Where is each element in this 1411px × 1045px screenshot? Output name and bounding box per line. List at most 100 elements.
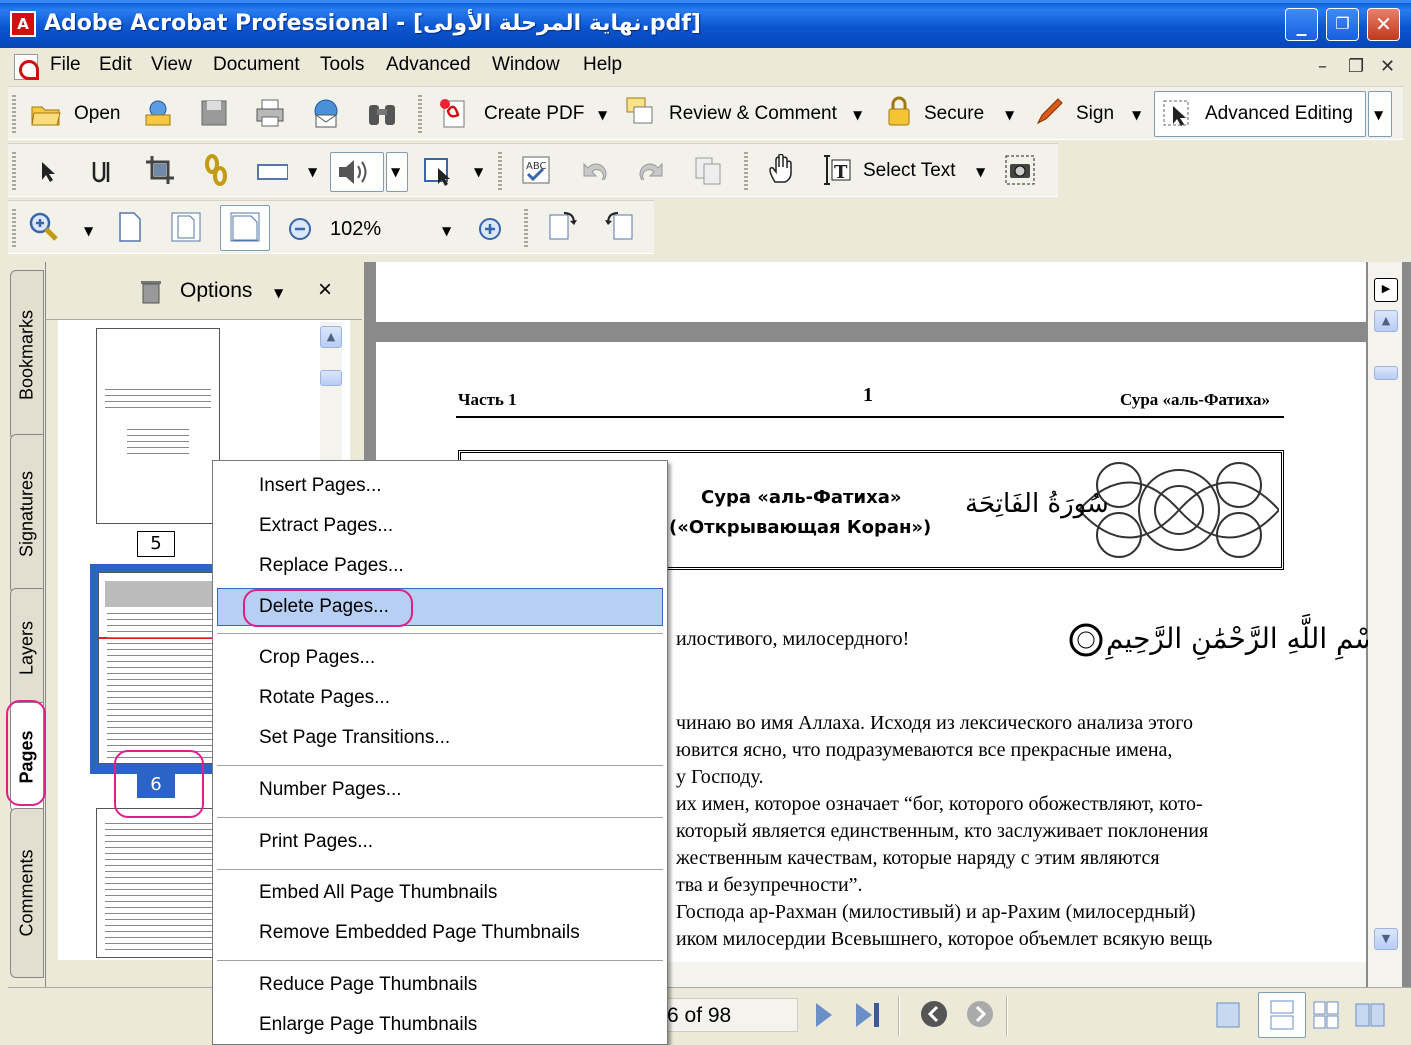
- options-button[interactable]: Options: [180, 279, 252, 303]
- menu-help[interactable]: Help: [583, 54, 622, 76]
- pdf-document-icon[interactable]: [14, 54, 39, 80]
- doc-minimize-icon[interactable]: –: [1318, 56, 1327, 77]
- doc-close-icon[interactable]: ✕: [1380, 56, 1395, 77]
- fit-page-icon[interactable]: [170, 211, 202, 243]
- minimize-button[interactable]: _: [1285, 8, 1318, 41]
- hand-tool-icon[interactable]: [766, 154, 798, 186]
- menu-crop-pages[interactable]: Crop Pages...: [259, 647, 375, 669]
- menu-number-pages[interactable]: Number Pages...: [259, 779, 402, 801]
- crop-icon[interactable]: [144, 154, 176, 186]
- close-button[interactable]: ✕: [1367, 8, 1400, 41]
- split-arrow-icon[interactable]: ▶: [1374, 278, 1398, 302]
- single-page-layout-icon[interactable]: [1214, 1000, 1242, 1030]
- page-number-field[interactable]: 6 of 98: [660, 998, 798, 1032]
- open-button[interactable]: Open: [74, 103, 120, 125]
- menu-extract-pages[interactable]: Extract Pages...: [259, 515, 393, 537]
- secure-dropdown-icon[interactable]: ▼: [1005, 108, 1014, 122]
- undo-icon[interactable]: [578, 156, 610, 188]
- create-pdf-dropdown-icon[interactable]: ▼: [598, 108, 607, 122]
- secure-lock-icon[interactable]: [883, 95, 915, 127]
- menu-embed-thumbnails[interactable]: Embed All Page Thumbnails: [259, 882, 497, 904]
- thumb-scroll-up[interactable]: ▲: [320, 326, 342, 348]
- menu-enlarge-thumbnails[interactable]: Enlarge Page Thumbnails: [259, 1014, 477, 1036]
- review-dropdown-icon[interactable]: ▼: [853, 108, 862, 122]
- doc-scroll-down[interactable]: ▼: [1374, 928, 1398, 950]
- sign-dropdown-icon[interactable]: ▼: [1132, 108, 1141, 122]
- next-page-icon[interactable]: [812, 1000, 836, 1030]
- document-scrollbar[interactable]: ▶ ▲ ▼: [1368, 262, 1402, 987]
- menu-rotate-pages[interactable]: Rotate Pages...: [259, 687, 390, 709]
- previous-view-icon[interactable]: [918, 998, 950, 1030]
- menu-view[interactable]: View: [151, 54, 192, 76]
- doc-scroll-up[interactable]: ▲: [1374, 310, 1398, 332]
- options-dropdown-icon[interactable]: ▼: [274, 286, 283, 300]
- redo-icon[interactable]: [636, 156, 668, 188]
- spell-check-icon[interactable]: ABC: [520, 154, 552, 186]
- doc-restore-icon[interactable]: ❐: [1348, 56, 1364, 77]
- menu-advanced[interactable]: Advanced: [386, 54, 471, 76]
- rectangle-dropdown-icon[interactable]: ▼: [308, 165, 317, 179]
- rotate-counterclockwise-icon[interactable]: [604, 209, 636, 241]
- sound-dropdown-icon[interactable]: ▼: [391, 165, 400, 179]
- select-arrow-icon[interactable]: [30, 156, 62, 188]
- zoom-in-icon[interactable]: [474, 213, 506, 245]
- select-text-dropdown-icon[interactable]: ▼: [976, 165, 985, 179]
- create-pdf-icon[interactable]: [438, 97, 470, 129]
- menu-document[interactable]: Document: [213, 54, 300, 76]
- link-icon[interactable]: [200, 154, 232, 186]
- email-icon[interactable]: [310, 97, 342, 129]
- menu-window[interactable]: Window: [492, 54, 560, 76]
- page-thumbnail-5[interactable]: [96, 328, 220, 524]
- create-pdf-button[interactable]: Create PDF: [484, 103, 584, 125]
- next-view-icon[interactable]: [964, 998, 996, 1030]
- doc-scroll-thumb[interactable]: [1374, 366, 1398, 380]
- save-icon[interactable]: [198, 97, 230, 129]
- secure-button[interactable]: Secure: [924, 103, 984, 125]
- review-comment-icon[interactable]: [624, 95, 656, 127]
- touchup-text-icon[interactable]: [88, 156, 120, 188]
- menu-file[interactable]: File: [50, 54, 81, 76]
- print-icon[interactable]: [254, 97, 286, 129]
- restore-button[interactable]: ❐: [1326, 8, 1359, 41]
- thumb-scroll-thumb[interactable]: [320, 370, 342, 386]
- menu-replace-pages[interactable]: Replace Pages...: [259, 555, 404, 577]
- copy-icon[interactable]: [692, 154, 724, 186]
- menu-set-page-transitions[interactable]: Set Page Transitions...: [259, 727, 450, 749]
- facing-pages-icon[interactable]: [1354, 1000, 1386, 1030]
- zoom-input[interactable]: 102%: [326, 215, 432, 243]
- rectangle-icon[interactable]: [256, 156, 288, 188]
- rotate-clockwise-icon[interactable]: [546, 209, 578, 241]
- paragraph-line-8: Господа ар-Рахман (милостивый) и ар-Рахи…: [676, 901, 1196, 923]
- menu-insert-pages[interactable]: Insert Pages...: [259, 475, 382, 497]
- facing-continuous-icon[interactable]: [1312, 1000, 1340, 1030]
- tab-comments[interactable]: Comments: [10, 808, 44, 978]
- form-dropdown-icon[interactable]: ▼: [474, 165, 483, 179]
- sign-button[interactable]: Sign: [1076, 103, 1114, 125]
- zoom-in-tool-icon[interactable]: [28, 211, 60, 243]
- snapshot-camera-icon[interactable]: [1004, 154, 1036, 186]
- tab-bookmarks[interactable]: Bookmarks: [10, 270, 44, 440]
- last-page-icon[interactable]: [854, 1000, 884, 1030]
- zoom-tool-dropdown-icon[interactable]: ▼: [84, 224, 93, 238]
- search-binoculars-icon[interactable]: [366, 97, 398, 129]
- trash-icon[interactable]: [140, 278, 162, 304]
- menu-tools[interactable]: Tools: [320, 54, 364, 76]
- close-panel-button[interactable]: ×: [318, 276, 332, 304]
- tab-signatures[interactable]: Signatures: [10, 434, 44, 594]
- menu-print-pages[interactable]: Print Pages...: [259, 831, 373, 853]
- organizer-icon[interactable]: [142, 97, 174, 129]
- form-field-icon[interactable]: [422, 156, 454, 188]
- menu-reduce-thumbnails[interactable]: Reduce Page Thumbnails: [259, 974, 477, 996]
- actual-size-icon[interactable]: [114, 211, 146, 243]
- open-folder-icon[interactable]: [30, 97, 62, 129]
- tab-layers[interactable]: Layers: [10, 588, 44, 708]
- menu-edit[interactable]: Edit: [99, 54, 132, 76]
- select-text-button[interactable]: Select Text: [863, 160, 956, 182]
- review-comment-button[interactable]: Review & Comment: [669, 103, 837, 125]
- sign-pen-icon[interactable]: [1034, 95, 1066, 127]
- menu-remove-embedded-thumbnails[interactable]: Remove Embedded Page Thumbnails: [259, 922, 580, 944]
- zoom-out-icon[interactable]: [288, 213, 320, 245]
- zoom-dropdown-icon[interactable]: ▼: [442, 224, 451, 238]
- select-text-icon[interactable]: T: [820, 154, 852, 186]
- advanced-dropdown-icon[interactable]: ▼: [1374, 108, 1383, 122]
